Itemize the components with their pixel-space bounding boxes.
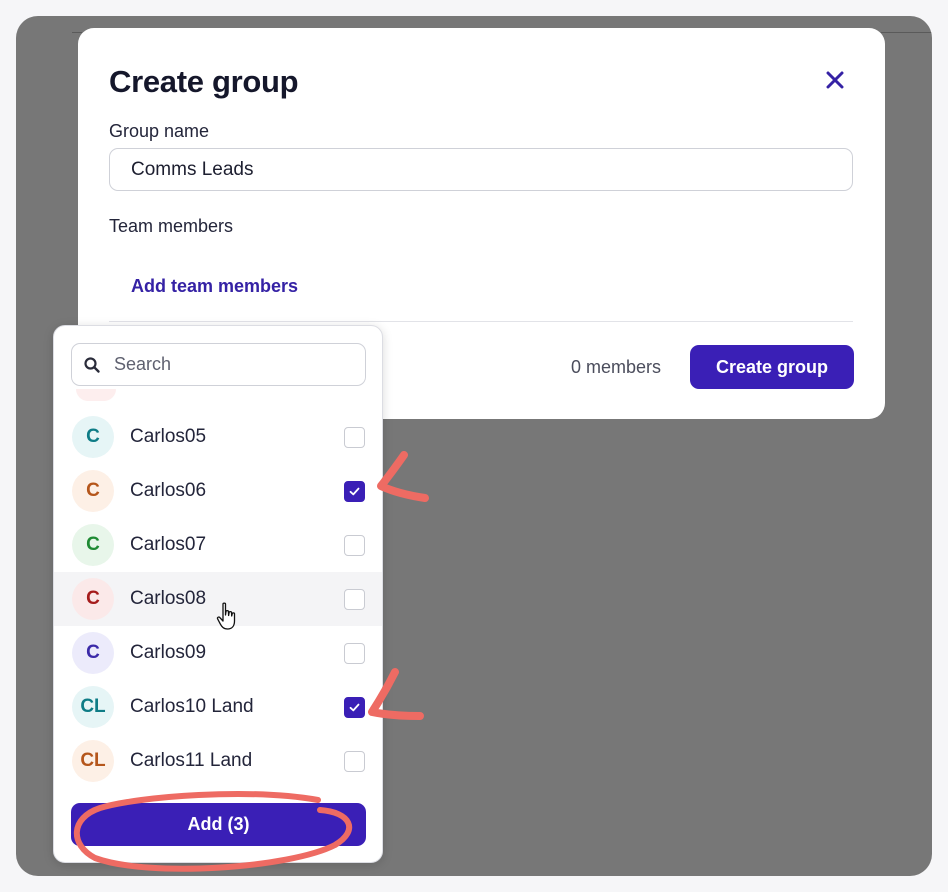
close-icon	[826, 71, 844, 89]
member-checkbox[interactable]	[344, 750, 365, 772]
member-name: Carlos05	[130, 426, 207, 447]
group-name-label: Group name	[109, 121, 210, 141]
member-checkbox[interactable]	[344, 588, 365, 610]
list-item[interactable]: CL Carlos10 Land	[54, 680, 382, 734]
member-checkbox[interactable]	[344, 642, 365, 664]
add-team-members-link[interactable]: Add team members	[131, 276, 298, 297]
avatar: C	[72, 416, 114, 458]
member-list: C Carlos05 C Carlos06 C Carlos07 C Carlo…	[54, 410, 382, 788]
member-name: Carlos11 Land	[130, 750, 253, 771]
list-item[interactable]: CL Carlos11 Land	[54, 734, 382, 788]
avatar: C	[72, 470, 114, 512]
hand-cursor-icon	[216, 602, 236, 630]
member-name: Carlos07	[130, 534, 207, 555]
create-group-button[interactable]: Create group	[690, 345, 854, 389]
avatar: CL	[72, 686, 114, 728]
member-checkbox[interactable]	[344, 696, 365, 718]
member-checkbox[interactable]	[344, 534, 365, 556]
avatar: C	[72, 524, 114, 566]
backdrop-overlay: Create group Group name Team members Add…	[16, 16, 932, 876]
member-picker-dropdown: C Carlos05 C Carlos06 C Carlos07 C Carlo…	[53, 325, 383, 863]
search-icon	[84, 357, 100, 373]
avatar	[76, 389, 116, 401]
member-name: Carlos10 Land	[130, 696, 254, 717]
member-checkbox[interactable]	[344, 480, 365, 502]
checkmark-icon	[349, 703, 360, 711]
list-item[interactable]: C Carlos06	[54, 464, 382, 518]
checkmark-icon	[349, 487, 360, 495]
avatar: CL	[72, 740, 114, 782]
group-name-input[interactable]	[109, 148, 853, 191]
list-item[interactable]: C Carlos07	[54, 518, 382, 572]
add-members-button[interactable]: Add (3)	[71, 803, 366, 846]
members-count: 0 members	[571, 357, 662, 377]
modal-title: Create group	[109, 64, 299, 99]
avatar: C	[72, 632, 114, 674]
member-checkbox[interactable]	[344, 426, 365, 448]
close-button[interactable]	[823, 68, 847, 92]
member-name: Carlos08	[130, 588, 207, 609]
search-box[interactable]	[71, 343, 366, 386]
list-item[interactable]: C Carlos09	[54, 626, 382, 680]
avatar: C	[72, 578, 114, 620]
search-input[interactable]	[114, 344, 359, 385]
list-item[interactable]: C Carlos05	[54, 410, 382, 464]
divider	[109, 321, 853, 322]
member-name: Carlos09	[130, 642, 207, 663]
member-name: Carlos06	[130, 480, 207, 501]
team-members-label: Team members	[109, 216, 234, 236]
